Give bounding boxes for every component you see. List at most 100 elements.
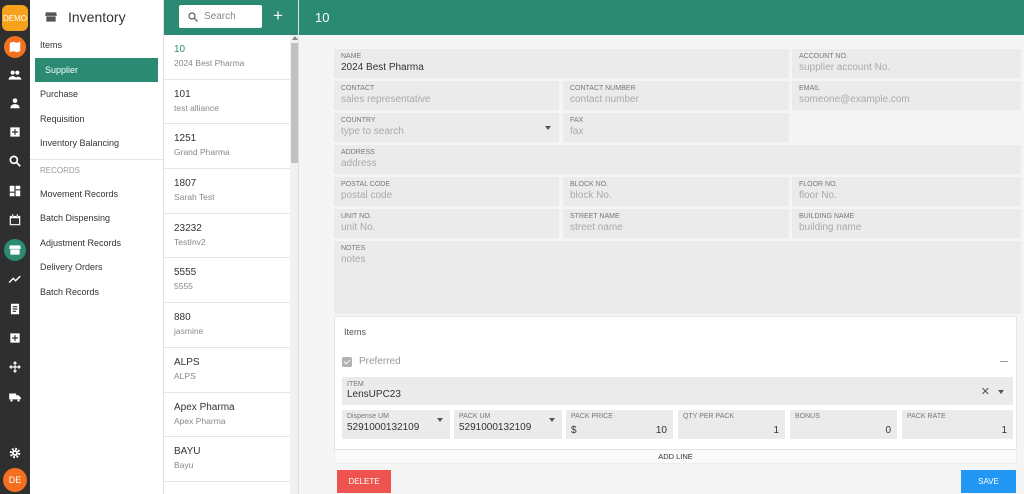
truck-icon[interactable] bbox=[4, 386, 26, 408]
user-avatar[interactable]: DE bbox=[3, 468, 27, 492]
nav-item-requisition[interactable]: Requisition bbox=[30, 107, 163, 132]
person-icon[interactable] bbox=[4, 92, 26, 114]
dispense-um-value: 5291000132109 bbox=[347, 422, 420, 433]
list-item-name: Grand Pharma bbox=[174, 147, 230, 158]
store-icon[interactable] bbox=[4, 239, 26, 261]
plus-box-icon[interactable] bbox=[4, 327, 26, 349]
pack-um-select[interactable]: PACK UM 5291000132109 bbox=[454, 410, 562, 439]
list-item[interactable]: 23232 TestInv2 bbox=[164, 214, 290, 259]
fax-field[interactable]: FAX fax bbox=[563, 113, 789, 142]
street-name-field[interactable]: STREET NAME street name bbox=[563, 209, 789, 238]
contact-number-field[interactable]: CONTACT NUMBER contact number bbox=[563, 81, 789, 110]
pack-um-value: 5291000132109 bbox=[459, 422, 532, 433]
map-icon[interactable] bbox=[4, 36, 26, 58]
bonus-label: BONUS bbox=[795, 413, 820, 420]
nav-item-purchase[interactable]: Purchase bbox=[30, 82, 163, 107]
demo-badge[interactable]: DEMO bbox=[2, 5, 28, 31]
list-item[interactable]: 1807 Sarah Test bbox=[164, 169, 290, 214]
name-field[interactable]: NAME 2024 Best Pharma bbox=[334, 49, 789, 78]
items-title: Items bbox=[344, 327, 367, 337]
list-item[interactable]: 10 2024 Best Pharma bbox=[164, 35, 290, 80]
record-header: 10 bbox=[299, 0, 1024, 35]
dispense-um-select[interactable]: Dispense UM 5291000132109 bbox=[342, 410, 450, 439]
list-item-name: jasmine bbox=[174, 326, 204, 337]
list-scrollbar[interactable] bbox=[290, 35, 298, 494]
search-icon[interactable] bbox=[4, 150, 26, 172]
nav-item-batch-dispensing[interactable]: Batch Dispensing bbox=[30, 206, 163, 231]
list-item[interactable]: Apex Pharma Apex Pharma bbox=[164, 393, 290, 438]
unit-no-label: UNIT NO. bbox=[341, 213, 372, 220]
list-item-name: test alliance bbox=[174, 102, 219, 113]
settings-icon[interactable] bbox=[4, 442, 26, 464]
contact-field[interactable]: CONTACT sales representative bbox=[334, 81, 559, 110]
country-select[interactable]: COUNTRY type to search bbox=[334, 113, 559, 142]
calendar-icon[interactable] bbox=[4, 209, 26, 231]
scroll-thumb[interactable] bbox=[291, 43, 298, 163]
notes-field[interactable]: NOTES notes bbox=[334, 241, 1021, 314]
list-item-code: 101 bbox=[174, 88, 191, 100]
collapse-icon[interactable] bbox=[1000, 361, 1008, 362]
chevron-down-icon[interactable] bbox=[437, 418, 443, 422]
scroll-up-arrow[interactable] bbox=[292, 36, 298, 40]
list-item-code: BAYU bbox=[174, 446, 201, 458]
list-item-code: 23232 bbox=[174, 222, 202, 234]
add-supplier-button[interactable]: + bbox=[269, 5, 287, 27]
email-label: EMAIL bbox=[799, 85, 821, 92]
account-no-field[interactable]: ACCOUNT NO. supplier account No. bbox=[792, 49, 1021, 78]
chevron-down-icon[interactable] bbox=[998, 390, 1004, 394]
delete-button[interactable]: DELETE bbox=[337, 470, 391, 493]
street-name-placeholder: street name bbox=[570, 222, 623, 233]
save-button[interactable]: SAVE bbox=[961, 470, 1016, 493]
qty-per-pack-field[interactable]: QTY PER PACK 1 bbox=[678, 410, 785, 439]
name-value: 2024 Best Pharma bbox=[341, 62, 424, 73]
list-item-code: ALPS bbox=[174, 356, 200, 368]
list-item[interactable]: 880 jasmine bbox=[164, 303, 290, 348]
building-name-field[interactable]: BUILDING NAME building name bbox=[792, 209, 1021, 238]
app-rail: DEMO DE bbox=[0, 0, 30, 494]
chevron-down-icon[interactable] bbox=[549, 418, 555, 422]
pack-rate-field[interactable]: PACK RATE 1 bbox=[902, 410, 1013, 439]
trend-icon[interactable] bbox=[4, 268, 26, 290]
nav-item-inventory-balancing[interactable]: Inventory Balancing bbox=[30, 131, 163, 156]
bonus-field[interactable]: BONUS 0 bbox=[790, 410, 897, 439]
building-name-label: BUILDING NAME bbox=[799, 213, 855, 220]
block-no-field[interactable]: BLOCK NO. block No. bbox=[563, 177, 789, 206]
pack-price-field[interactable]: PACK PRICE $ 10 bbox=[566, 410, 673, 439]
list-item[interactable]: ALPS ALPS bbox=[164, 348, 290, 393]
block-no-placeholder: block No. bbox=[570, 190, 612, 201]
nav-item-delivery-orders[interactable]: Delivery Orders bbox=[30, 255, 163, 280]
list-item[interactable]: 5555 5555 bbox=[164, 258, 290, 304]
pack-rate-label: PACK RATE bbox=[907, 413, 946, 420]
nav-item-supplier[interactable]: Supplier bbox=[35, 57, 158, 82]
floor-no-field[interactable]: FLOOR NO. floor No. bbox=[792, 177, 1021, 206]
item-select[interactable]: ITEM LensUPC23 ✕ bbox=[342, 377, 1013, 405]
nav-item-items[interactable]: Items bbox=[30, 33, 163, 58]
list-item[interactable]: BAYU Bayu bbox=[164, 437, 290, 482]
nav-item-batch-records[interactable]: Batch Records bbox=[30, 280, 163, 305]
address-field[interactable]: ADDRESS address bbox=[334, 145, 1021, 174]
postal-code-label: POSTAL CODE bbox=[341, 181, 391, 188]
list-item[interactable]: 1251 Grand Pharma bbox=[164, 124, 290, 170]
preferred-checkbox[interactable]: Preferred bbox=[342, 356, 401, 367]
close-icon[interactable]: ✕ bbox=[981, 385, 990, 398]
move-icon[interactable] bbox=[4, 356, 26, 378]
list-item[interactable]: 101 test alliance bbox=[164, 80, 290, 125]
dashboard-icon[interactable] bbox=[4, 180, 26, 202]
search-icon bbox=[188, 11, 198, 22]
email-field[interactable]: EMAIL someone@example.com bbox=[792, 81, 1021, 110]
list-rows: 10 2024 Best Pharma 101 test alliance 1251 Gr… bbox=[164, 35, 290, 482]
postal-code-field[interactable]: POSTAL CODE postal code bbox=[334, 177, 559, 206]
nav-item-movement-records[interactable]: Movement Records bbox=[30, 182, 163, 207]
group-icon[interactable] bbox=[4, 64, 26, 86]
add-box-icon[interactable] bbox=[4, 121, 26, 143]
account-no-label: ACCOUNT NO. bbox=[799, 53, 848, 60]
unit-no-field[interactable]: UNIT NO. unit No. bbox=[334, 209, 559, 238]
search-input[interactable]: Search bbox=[179, 5, 262, 28]
checkbox-icon[interactable] bbox=[342, 356, 352, 367]
add-line-button[interactable]: ADD LINE bbox=[334, 450, 1017, 464]
receipt-icon[interactable] bbox=[4, 298, 26, 320]
nav-item-adjustment-records[interactable]: Adjustment Records bbox=[30, 231, 163, 256]
chevron-down-icon[interactable] bbox=[545, 126, 551, 130]
contact-number-placeholder: contact number bbox=[570, 94, 639, 105]
list-item-name: 5555 bbox=[174, 281, 193, 292]
